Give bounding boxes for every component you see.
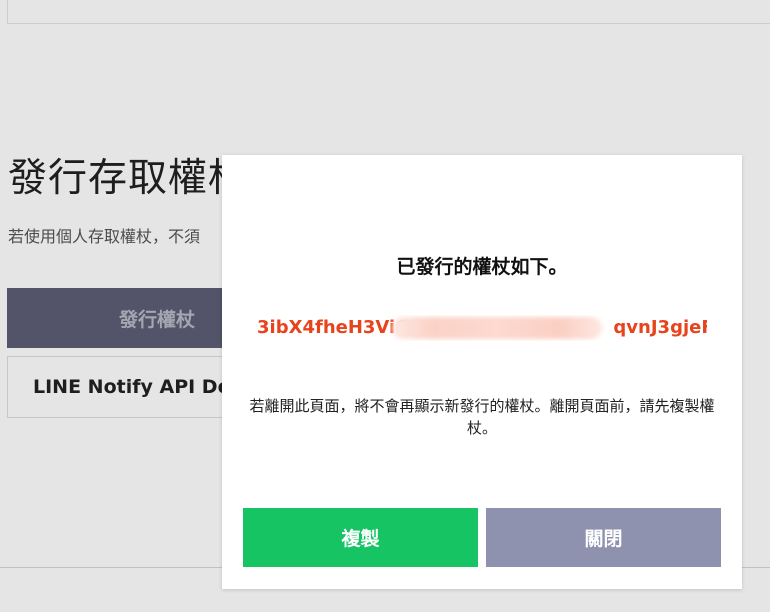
token-visible-end: qvnJ3gjeFNs — [613, 317, 707, 338]
token-issued-dialog: 已發行的權杖如下。 3ibX4fheH3ViC qvnJ3gjeFNs 若離開此頁… — [222, 155, 742, 589]
token-display[interactable]: 3ibX4fheH3ViC qvnJ3gjeFNs — [257, 315, 707, 341]
close-button[interactable]: 關閉 — [486, 508, 721, 567]
dialog-title: 已發行的權杖如下。 — [396, 256, 568, 278]
token-visible-start: 3ibX4fheH3ViC — [257, 317, 409, 338]
dialog-note: 若離開此頁面，將不會再顯示新發行的權杖。離開頁面前，請先複製權杖。 — [249, 397, 715, 437]
copy-button[interactable]: 複製 — [243, 508, 478, 567]
token-redaction-blur — [392, 317, 602, 339]
